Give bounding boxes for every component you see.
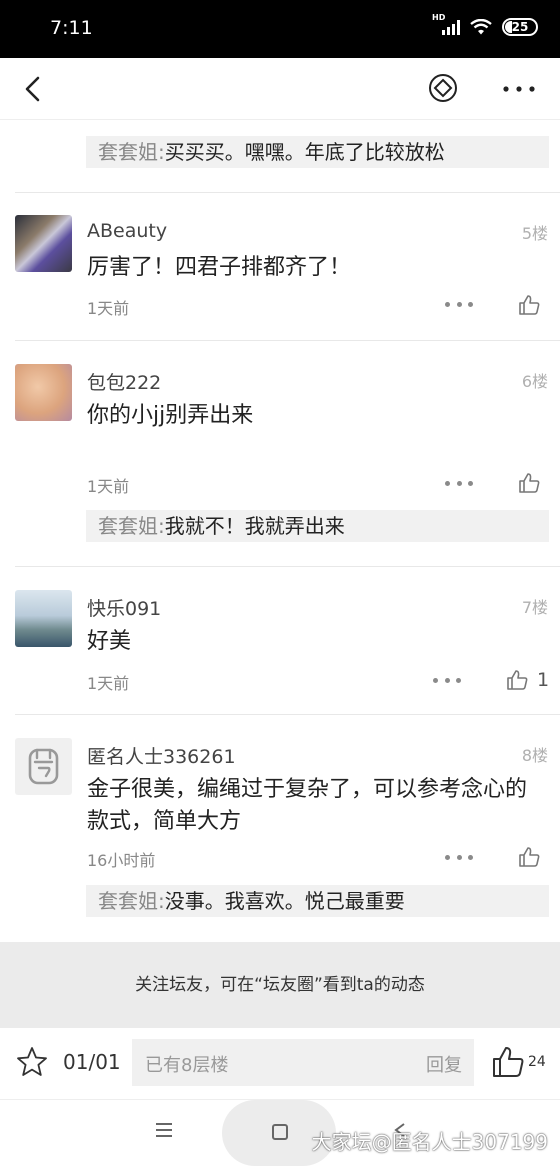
username[interactable]: 包包222	[87, 368, 161, 395]
network-label: HD	[432, 13, 446, 22]
follow-banner[interactable]: 关注坛友，可在“坛友圈”看到ta的动态	[0, 942, 560, 1028]
status-time: 7:11	[50, 17, 93, 39]
wifi-icon	[470, 19, 492, 35]
reply-text: 没事。我喜欢。悦己最重要	[164, 889, 405, 913]
thumbs-up-icon[interactable]	[491, 1045, 525, 1079]
bottom-action-bar: 01/01 已有8层楼 回复 24	[0, 1028, 560, 1100]
username[interactable]: 匿名人士336261	[87, 742, 236, 769]
battery-level: 25	[511, 20, 529, 34]
avatar[interactable]	[15, 364, 72, 421]
page-indicator[interactable]: 01/01	[63, 1050, 121, 1074]
post-time: 1天前	[87, 299, 130, 318]
reply-author[interactable]: 套套姐	[98, 514, 158, 538]
reply-quote: 套套姐:我就不！我就弄出来	[86, 510, 549, 542]
username[interactable]: 快乐091	[87, 594, 161, 621]
more-options-icon[interactable]	[445, 853, 473, 861]
watermark-text: 大家坛@匿名人士307199	[311, 1130, 548, 1154]
reply-quote: 套套姐:买买买。嘿嘿。年底了比较放松	[86, 136, 549, 168]
divider	[15, 714, 560, 715]
menu-icon[interactable]	[155, 1122, 173, 1138]
more-options-icon[interactable]	[433, 676, 461, 684]
post-content: 好美	[87, 629, 132, 654]
reply-quote: 套套姐:没事。我喜欢。悦己最重要	[86, 885, 549, 917]
anonymous-avatar-icon[interactable]	[15, 738, 72, 795]
reply-text: 买买买。嘿嘿。年底了比较放松	[164, 140, 445, 164]
reply-input[interactable]: 已有8层楼 回复	[132, 1039, 474, 1086]
post-time: 1天前	[87, 674, 130, 693]
avatar[interactable]	[15, 215, 72, 272]
reply-button[interactable]: 回复	[426, 1051, 462, 1077]
like-icon[interactable]	[518, 846, 540, 868]
signal-icon: HD	[432, 13, 460, 35]
floor-number: 7楼	[521, 598, 548, 617]
divider	[15, 566, 560, 567]
floor-number: 8楼	[521, 746, 548, 765]
status-icons: HD 25	[432, 13, 538, 36]
top-nav-bar	[0, 58, 560, 120]
floor-number: 5楼	[521, 224, 548, 243]
reply-text: 我就不！我就弄出来	[164, 514, 345, 538]
floor-number: 6楼	[521, 372, 548, 391]
home-icon[interactable]	[272, 1124, 288, 1140]
post-time: 16小时前	[87, 851, 156, 870]
post-content: 厉害了！四君子排都齐了！	[87, 255, 352, 280]
more-options-icon[interactable]	[445, 479, 473, 487]
avatar[interactable]	[15, 590, 72, 647]
post-content: 你的小jj别弄出来	[87, 403, 254, 428]
reply-author[interactable]: 套套姐	[98, 889, 158, 913]
like-count: 1	[537, 669, 550, 691]
star-icon[interactable]	[15, 1045, 49, 1079]
more-icon[interactable]	[500, 73, 538, 103]
like-icon[interactable]	[518, 294, 540, 316]
reply-author[interactable]: 套套姐	[98, 140, 158, 164]
username[interactable]: ABeauty	[87, 220, 167, 242]
post-content: 金子很美，编绳过于复杂了，可以参考念心的款式，简单大方	[87, 777, 528, 834]
total-like-count: 24	[528, 1054, 546, 1070]
coin-icon[interactable]	[428, 73, 458, 103]
like-icon[interactable]	[518, 472, 540, 494]
divider	[15, 340, 560, 341]
back-arrow-icon[interactable]	[20, 74, 50, 104]
status-bar: 7:11 HD 25	[0, 0, 560, 58]
battery-icon: 25	[502, 18, 538, 36]
like-icon[interactable]	[506, 669, 528, 691]
more-options-icon[interactable]	[445, 300, 473, 308]
reply-placeholder: 已有8层楼	[145, 1055, 229, 1076]
post-time: 1天前	[87, 477, 130, 496]
divider	[15, 192, 560, 193]
